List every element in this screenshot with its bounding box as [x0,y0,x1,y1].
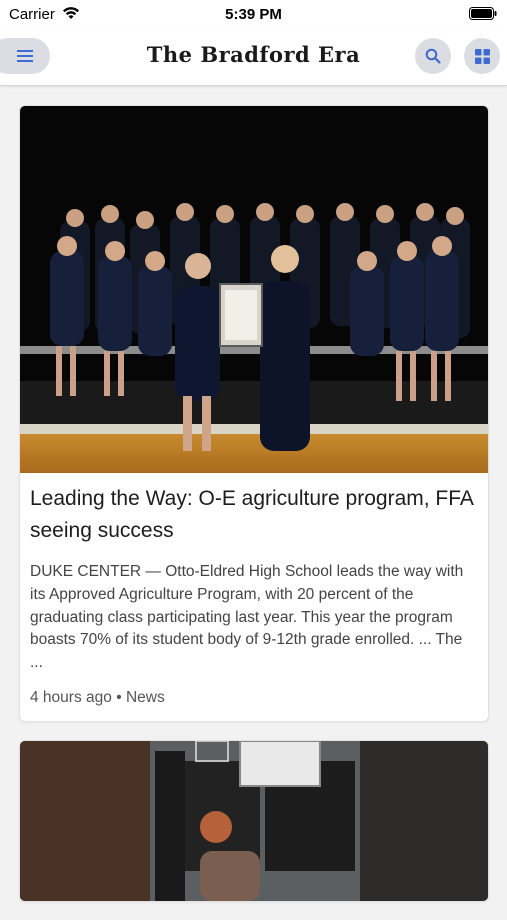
article-summary: DUKE CENTER — Otto-Eldred High School le… [30,563,464,672]
grid-icon [474,48,490,64]
app-header: The Bradford Era [0,30,507,86]
article-meta: 4 hours ago • News [30,689,478,707]
article-photo[interactable] [20,106,488,473]
status-bar: Carrier 5:39 PM [0,0,507,30]
battery-icon [469,7,497,20]
article-headline[interactable]: Leading the Way: O-E agriculture program… [30,483,478,547]
article-photo[interactable] [20,740,488,901]
article-card[interactable]: Leading the Way: O-E agriculture program… [19,105,489,722]
article-category[interactable]: News [126,689,165,706]
article-time: 4 hours ago [30,688,112,706]
clock: 5:39 PM [225,6,282,23]
sections-button[interactable] [464,38,500,74]
article-card[interactable] [19,739,489,902]
meta-separator: • [116,688,122,706]
search-button[interactable] [415,38,451,74]
search-icon [425,48,441,64]
article-feed: Leading the Way: O-E agriculture program… [19,105,489,920]
article-body: Leading the Way: O-E agriculture program… [20,473,488,721]
